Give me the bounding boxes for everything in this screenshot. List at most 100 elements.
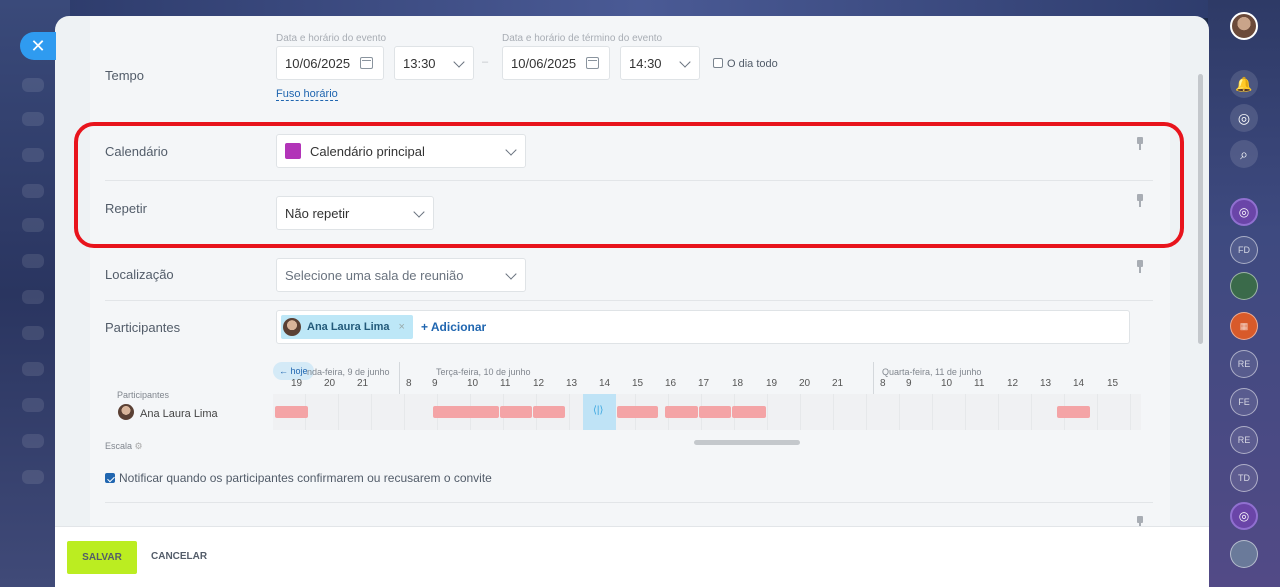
add-participant-link[interactable]: + Adicionar <box>421 320 486 334</box>
hour-label: 8 <box>880 378 886 389</box>
busy-slot <box>665 406 698 418</box>
rail-avatar-group[interactable] <box>1230 272 1258 300</box>
drag-handle-icon: ⟨|⟩ <box>593 405 604 416</box>
calendar-select[interactable]: Calendário principal <box>276 134 526 168</box>
pin-icon[interactable] <box>1136 137 1144 151</box>
divider <box>105 502 1153 503</box>
gear-icon: ⚙ <box>134 441 143 451</box>
copilot-icon-2[interactable]: ◎ <box>1230 502 1258 530</box>
chat-search-icon[interactable]: ⌕ <box>1230 140 1258 168</box>
hour-label: 11 <box>500 378 511 389</box>
calendar-color-swatch <box>285 143 301 159</box>
notify-checkbox[interactable]: Notificar quando os participantes confir… <box>105 471 492 485</box>
range-dash: – <box>482 56 489 68</box>
repeat-select[interactable]: Não repetir <box>276 196 434 230</box>
hour-label: 14 <box>1073 378 1085 389</box>
busy-slot <box>617 406 658 418</box>
busy-slot <box>1057 406 1090 418</box>
participants-field[interactable]: Ana Laura Lima × + Adicionar <box>276 310 1130 344</box>
location-label: Localização <box>105 267 174 282</box>
hour-label: 21 <box>357 378 369 389</box>
rail-avatar-photo[interactable] <box>1230 540 1258 568</box>
chevron-down-icon <box>505 268 517 280</box>
footer-bar: SALVAR CANCELAR <box>55 526 1209 587</box>
pin-icon[interactable] <box>1136 260 1144 274</box>
right-rail: 🔔 ◎ ⌕ ◎ FD ▦ RE FE RE TD ◎ <box>1208 0 1280 587</box>
selected-slot[interactable]: ⟨|⟩ <box>583 394 616 430</box>
cancel-button[interactable]: CANCELAR <box>151 551 207 562</box>
hour-label: 15 <box>1107 378 1119 389</box>
end-caption: Data e horário de término do evento <box>502 33 663 44</box>
end-time-select[interactable]: 14:30 <box>620 46 700 80</box>
participants-label: Participantes <box>105 320 181 335</box>
hour-label: 16 <box>665 378 677 389</box>
hour-label: 11 <box>974 378 985 389</box>
time-label: Tempo <box>105 68 145 83</box>
end-date-input[interactable]: 10/06/2025 <box>502 46 610 80</box>
calendar-label: Calendário <box>105 144 168 159</box>
day-header-2: Terça-feira, 10 de junho <box>436 367 531 377</box>
rail-avatar-td[interactable]: TD <box>1230 464 1258 492</box>
scale-label: Escala ⚙ <box>105 441 143 451</box>
close-icon: ✕ <box>30 35 46 56</box>
divider <box>105 180 1153 181</box>
chevron-down-icon <box>453 56 465 68</box>
hour-label: 12 <box>533 378 545 389</box>
panel-scrollbar[interactable] <box>1198 74 1203 344</box>
chevron-down-icon <box>679 56 691 68</box>
bell-icon[interactable]: 🔔 <box>1230 70 1258 98</box>
busy-slot <box>699 406 731 418</box>
location-select[interactable]: Selecione uma sala de reunião <box>276 258 526 292</box>
all-day-checkbox[interactable]: O dia todo <box>713 58 778 70</box>
user-avatar[interactable] <box>1230 12 1258 40</box>
day-header-3: Quarta-feira, 11 de junho <box>882 367 982 377</box>
hour-label: 20 <box>324 378 336 389</box>
hour-label: 10 <box>467 378 479 389</box>
hour-label: 13 <box>1040 378 1052 389</box>
hour-label: 14 <box>599 378 611 389</box>
participant-chip[interactable]: Ana Laura Lima × <box>281 315 413 339</box>
day-header-1: nda-feira, 9 de junho <box>307 367 390 377</box>
rail-avatar-fd[interactable]: FD <box>1230 236 1258 264</box>
rail-avatar-fe[interactable]: FE <box>1230 388 1258 416</box>
repeat-label: Repetir <box>105 201 147 216</box>
event-edit-panel: Tempo Data e horário do evento Data e ho… <box>55 16 1209 587</box>
hour-label: 10 <box>941 378 953 389</box>
spiral-icon[interactable]: ◎ <box>1230 104 1258 132</box>
hour-label: 20 <box>799 378 811 389</box>
hour-label: 13 <box>566 378 578 389</box>
hour-label: 21 <box>832 378 844 389</box>
checkbox-icon <box>713 58 723 68</box>
remove-icon[interactable]: × <box>399 321 405 333</box>
rail-avatar-re[interactable]: RE <box>1230 350 1258 378</box>
planner-scrollbar[interactable] <box>694 440 800 445</box>
save-button[interactable]: SALVAR <box>67 541 137 574</box>
timezone-link[interactable]: Fuso horário <box>276 88 338 101</box>
chevron-down-icon <box>413 206 425 218</box>
start-time-select[interactable]: 13:30 <box>394 46 474 80</box>
busy-slot <box>732 406 766 418</box>
copilot-icon[interactable]: ◎ <box>1230 198 1258 226</box>
rail-avatar-re-2[interactable]: RE <box>1230 426 1258 454</box>
hour-label: 15 <box>632 378 644 389</box>
divider <box>105 300 1153 301</box>
busy-slot <box>500 406 532 418</box>
busy-slot <box>275 406 308 418</box>
chevron-down-icon <box>505 144 517 156</box>
hour-label: 9 <box>432 378 438 389</box>
busy-slot <box>533 406 565 418</box>
calendar-icon <box>360 57 373 69</box>
hour-label: 12 <box>1007 378 1019 389</box>
pin-icon[interactable] <box>1136 194 1144 208</box>
avatar <box>283 318 301 336</box>
hour-label: 19 <box>291 378 303 389</box>
start-date-input[interactable]: 10/06/2025 <box>276 46 384 80</box>
planner-participants-header: Participantes <box>117 390 170 400</box>
close-slider-button[interactable]: ✕ <box>20 32 56 60</box>
hour-label: 17 <box>698 378 710 389</box>
hour-label: 9 <box>906 378 912 389</box>
calendar-icon[interactable]: ▦ <box>1230 312 1258 340</box>
hour-label: 18 <box>732 378 744 389</box>
event-form: Tempo Data e horário do evento Data e ho… <box>90 16 1170 529</box>
checkbox-checked-icon <box>105 473 115 483</box>
